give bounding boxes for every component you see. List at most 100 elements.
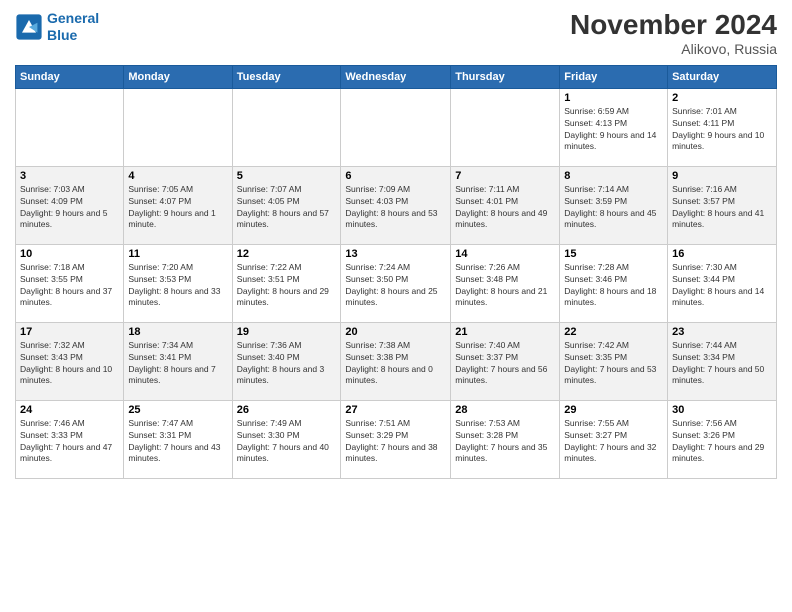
day-number: 28 bbox=[455, 404, 555, 416]
day-number: 7 bbox=[455, 170, 555, 182]
calendar-cell: 9 Sunrise: 7:16 AMSunset: 3:57 PMDaylight… bbox=[668, 166, 777, 244]
day-number: 16 bbox=[672, 248, 772, 260]
day-number: 5 bbox=[237, 170, 337, 182]
title-area: November 2024 Alikovo, Russia bbox=[570, 10, 777, 57]
day-info: Sunrise: 7:05 AMSunset: 4:07 PMDaylight:… bbox=[128, 184, 227, 232]
logo: General Blue bbox=[15, 10, 99, 44]
col-tuesday: Tuesday bbox=[232, 65, 341, 88]
day-number: 10 bbox=[20, 248, 119, 260]
page-container: General Blue November 2024 Alikovo, Russ… bbox=[0, 0, 792, 484]
day-info: Sunrise: 7:20 AMSunset: 3:53 PMDaylight:… bbox=[128, 262, 227, 310]
calendar-cell: 1Sunrise: 6:59 AMSunset: 4:13 PMDaylight… bbox=[560, 88, 668, 166]
calendar-cell: 2 Sunrise: 7:01 AMSunset: 4:11 PMDaylight… bbox=[668, 88, 777, 166]
day-info: Sunrise: 7:56 AMSunset: 3:26 PMDaylight:… bbox=[672, 418, 772, 466]
calendar-table: Sunday Monday Tuesday Wednesday Thursday… bbox=[15, 65, 777, 479]
day-info: Sunrise: 7:03 AMSunset: 4:09 PMDaylight:… bbox=[20, 184, 119, 232]
day-number: 14 bbox=[455, 248, 555, 260]
col-friday: Friday bbox=[560, 65, 668, 88]
day-info: Sunrise: 7:36 AMSunset: 3:40 PMDaylight:… bbox=[237, 340, 337, 388]
calendar-cell: 5 Sunrise: 7:07 AMSunset: 4:05 PMDaylight… bbox=[232, 166, 341, 244]
calendar-cell: 10Sunrise: 7:18 AMSunset: 3:55 PMDayligh… bbox=[16, 244, 124, 322]
calendar-cell bbox=[451, 88, 560, 166]
day-info: Sunrise: 7:07 AMSunset: 4:05 PMDaylight:… bbox=[237, 184, 337, 232]
day-info: Sunrise: 7:49 AMSunset: 3:30 PMDaylight:… bbox=[237, 418, 337, 466]
day-info: Sunrise: 7:38 AMSunset: 3:38 PMDaylight:… bbox=[345, 340, 446, 388]
day-info: Sunrise: 7:14 AMSunset: 3:59 PMDaylight:… bbox=[564, 184, 663, 232]
logo-icon bbox=[15, 13, 43, 41]
calendar-cell: 25 Sunrise: 7:47 AMSunset: 3:31 PMDayligh… bbox=[124, 400, 232, 478]
day-info: Sunrise: 7:01 AMSunset: 4:11 PMDaylight:… bbox=[672, 106, 772, 154]
day-number: 21 bbox=[455, 326, 555, 338]
day-info: Sunrise: 7:09 AMSunset: 4:03 PMDaylight:… bbox=[345, 184, 446, 232]
logo-line1: General bbox=[47, 10, 99, 26]
day-info: Sunrise: 7:46 AMSunset: 3:33 PMDaylight:… bbox=[20, 418, 119, 466]
day-info: Sunrise: 7:32 AMSunset: 3:43 PMDaylight:… bbox=[20, 340, 119, 388]
day-number: 30 bbox=[672, 404, 772, 416]
calendar-cell bbox=[232, 88, 341, 166]
day-number: 29 bbox=[564, 404, 663, 416]
day-number: 27 bbox=[345, 404, 446, 416]
day-info: Sunrise: 7:24 AMSunset: 3:50 PMDaylight:… bbox=[345, 262, 446, 310]
day-number: 20 bbox=[345, 326, 446, 338]
calendar-cell: 22Sunrise: 7:42 AMSunset: 3:35 PMDayligh… bbox=[560, 322, 668, 400]
calendar-cell: 23 Sunrise: 7:44 AMSunset: 3:34 PMDayligh… bbox=[668, 322, 777, 400]
header-row: Sunday Monday Tuesday Wednesday Thursday… bbox=[16, 65, 777, 88]
calendar-cell: 20 Sunrise: 7:38 AMSunset: 3:38 PMDayligh… bbox=[341, 322, 451, 400]
day-number: 25 bbox=[128, 404, 227, 416]
day-number: 11 bbox=[128, 248, 227, 260]
day-info: Sunrise: 7:11 AMSunset: 4:01 PMDaylight:… bbox=[455, 184, 555, 232]
calendar-cell: 29 Sunrise: 7:55 AMSunset: 3:27 PMDayligh… bbox=[560, 400, 668, 478]
day-info: Sunrise: 7:30 AMSunset: 3:44 PMDaylight:… bbox=[672, 262, 772, 310]
calendar-cell: 12Sunrise: 7:22 AMSunset: 3:51 PMDayligh… bbox=[232, 244, 341, 322]
day-info: Sunrise: 7:55 AMSunset: 3:27 PMDaylight:… bbox=[564, 418, 663, 466]
day-info: Sunrise: 7:40 AMSunset: 3:37 PMDaylight:… bbox=[455, 340, 555, 388]
day-number: 26 bbox=[237, 404, 337, 416]
day-number: 19 bbox=[237, 326, 337, 338]
calendar-cell: 11 Sunrise: 7:20 AMSunset: 3:53 PMDayligh… bbox=[124, 244, 232, 322]
day-number: 9 bbox=[672, 170, 772, 182]
calendar-week-5: 24Sunrise: 7:46 AMSunset: 3:33 PMDayligh… bbox=[16, 400, 777, 478]
day-info: Sunrise: 7:44 AMSunset: 3:34 PMDaylight:… bbox=[672, 340, 772, 388]
calendar-cell: 18Sunrise: 7:34 AMSunset: 3:41 PMDayligh… bbox=[124, 322, 232, 400]
day-info: Sunrise: 7:53 AMSunset: 3:28 PMDaylight:… bbox=[455, 418, 555, 466]
col-thursday: Thursday bbox=[451, 65, 560, 88]
calendar-cell: 16 Sunrise: 7:30 AMSunset: 3:44 PMDayligh… bbox=[668, 244, 777, 322]
col-monday: Monday bbox=[124, 65, 232, 88]
day-number: 3 bbox=[20, 170, 119, 182]
calendar-cell: 21 Sunrise: 7:40 AMSunset: 3:37 PMDayligh… bbox=[451, 322, 560, 400]
logo-text: General Blue bbox=[47, 10, 99, 44]
logo-line2: Blue bbox=[47, 27, 77, 43]
col-wednesday: Wednesday bbox=[341, 65, 451, 88]
col-saturday: Saturday bbox=[668, 65, 777, 88]
calendar-week-2: 3 Sunrise: 7:03 AMSunset: 4:09 PMDaylight… bbox=[16, 166, 777, 244]
day-info: Sunrise: 7:47 AMSunset: 3:31 PMDaylight:… bbox=[128, 418, 227, 466]
day-number: 17 bbox=[20, 326, 119, 338]
calendar-cell: 30 Sunrise: 7:56 AMSunset: 3:26 PMDayligh… bbox=[668, 400, 777, 478]
day-info: Sunrise: 7:28 AMSunset: 3:46 PMDaylight:… bbox=[564, 262, 663, 310]
day-info: Sunrise: 7:34 AMSunset: 3:41 PMDaylight:… bbox=[128, 340, 227, 388]
calendar-cell bbox=[16, 88, 124, 166]
day-info: Sunrise: 7:16 AMSunset: 3:57 PMDaylight:… bbox=[672, 184, 772, 232]
calendar-cell: 17 Sunrise: 7:32 AMSunset: 3:43 PMDayligh… bbox=[16, 322, 124, 400]
day-number: 4 bbox=[128, 170, 227, 182]
day-number: 2 bbox=[672, 92, 772, 104]
month-title: November 2024 bbox=[570, 10, 777, 41]
day-info: Sunrise: 7:51 AMSunset: 3:29 PMDaylight:… bbox=[345, 418, 446, 466]
calendar-cell: 7 Sunrise: 7:11 AMSunset: 4:01 PMDaylight… bbox=[451, 166, 560, 244]
day-number: 13 bbox=[345, 248, 446, 260]
calendar-cell: 15 Sunrise: 7:28 AMSunset: 3:46 PMDayligh… bbox=[560, 244, 668, 322]
day-number: 6 bbox=[345, 170, 446, 182]
day-info: Sunrise: 7:42 AMSunset: 3:35 PMDaylight:… bbox=[564, 340, 663, 388]
calendar-week-3: 10Sunrise: 7:18 AMSunset: 3:55 PMDayligh… bbox=[16, 244, 777, 322]
day-number: 8 bbox=[564, 170, 663, 182]
calendar-cell: 3 Sunrise: 7:03 AMSunset: 4:09 PMDaylight… bbox=[16, 166, 124, 244]
day-info: Sunrise: 7:22 AMSunset: 3:51 PMDaylight:… bbox=[237, 262, 337, 310]
header: General Blue November 2024 Alikovo, Russ… bbox=[15, 10, 777, 57]
calendar-cell: 6 Sunrise: 7:09 AMSunset: 4:03 PMDaylight… bbox=[341, 166, 451, 244]
day-number: 15 bbox=[564, 248, 663, 260]
calendar-cell: 26 Sunrise: 7:49 AMSunset: 3:30 PMDayligh… bbox=[232, 400, 341, 478]
day-info: Sunrise: 6:59 AMSunset: 4:13 PMDaylight:… bbox=[564, 106, 663, 154]
day-number: 23 bbox=[672, 326, 772, 338]
calendar-cell bbox=[341, 88, 451, 166]
col-sunday: Sunday bbox=[16, 65, 124, 88]
